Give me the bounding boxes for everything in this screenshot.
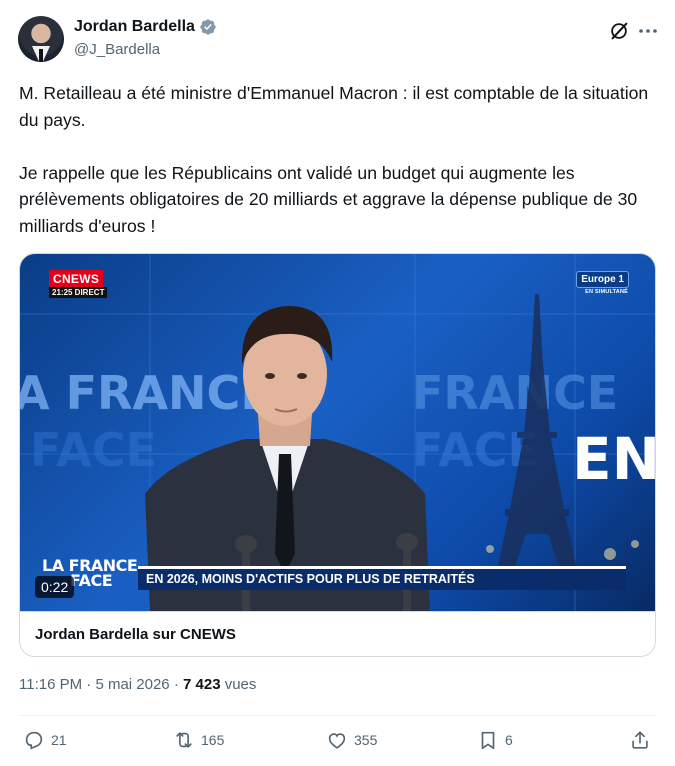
author-name[interactable]: Jordan Bardella: [74, 18, 195, 36]
like-button[interactable]: 355: [326, 729, 377, 751]
grok-icon[interactable]: [608, 20, 630, 42]
cnews-live-time: 21:25 DIRECT: [49, 287, 108, 298]
tweet-header: Jordan Bardella @J_Bardella: [18, 16, 658, 66]
video-player[interactable]: A FRANCE FRANCE FACE FACE EN CNEWS 21:25…: [20, 254, 656, 611]
card-caption-text: Jordan Bardella sur CNEWS: [35, 626, 236, 643]
media-card[interactable]: A FRANCE FRANCE FACE FACE EN CNEWS 21:25…: [19, 253, 656, 657]
repost-icon: [176, 732, 192, 748]
verified-badge-icon: [200, 19, 216, 35]
tweet-paragraph-1: M. Retailleau a été ministre d'Emmanuel …: [19, 83, 649, 130]
action-bar: 21 165 355 6: [19, 729, 656, 759]
meta-separator-2: ·: [173, 676, 179, 693]
bg-word-1: A FRANCE: [20, 366, 272, 420]
cnews-logo: CNEWS: [49, 270, 104, 288]
lower-third-banner: EN 2026, MOINS D'ACTIFS POUR PLUS DE RET…: [138, 566, 626, 590]
avatar[interactable]: [18, 16, 64, 62]
reply-count: 21: [51, 732, 67, 748]
reply-icon: [25, 731, 43, 750]
like-count: 355: [354, 732, 378, 748]
tweet-meta: 11:16 PM · 5 mai 2026 · 7 423 vues: [19, 676, 256, 693]
tweet-date[interactable]: 5 mai 2026: [95, 676, 169, 693]
banner-text: EN 2026, MOINS D'ACTIFS POUR PLUS DE RET…: [146, 572, 475, 586]
views-label: vues: [224, 676, 257, 693]
repost-count: 165: [201, 732, 225, 748]
bg-word-3: FACE: [30, 423, 157, 477]
bg-word-2: FRANCE: [412, 366, 618, 420]
video-timer: 0:22: [35, 576, 75, 598]
author-name-row: Jordan Bardella: [74, 18, 217, 36]
repost-button[interactable]: 165: [173, 729, 224, 751]
bg-word-5: EN: [572, 425, 656, 493]
bookmark-button[interactable]: 6: [477, 729, 513, 751]
europe1-simulcast-label: EN SIMULTANÉ: [585, 289, 628, 295]
bookmark-icon: [481, 731, 495, 750]
share-button[interactable]: [629, 729, 651, 751]
author-handle[interactable]: @J_Bardella: [74, 41, 160, 58]
reply-button[interactable]: 21: [23, 729, 67, 751]
more-options-icon[interactable]: [638, 20, 658, 42]
show-logo-line-2: FACE: [70, 571, 113, 590]
meta-separator: ·: [86, 676, 92, 693]
avatar-tie: [39, 49, 43, 62]
heart-icon: [328, 733, 346, 749]
tweet-time[interactable]: 11:16 PM: [19, 676, 82, 693]
card-caption[interactable]: Jordan Bardella sur CNEWS: [20, 611, 655, 656]
divider: [19, 715, 656, 716]
tweet-paragraph-2: Je rappelle que les Républicains ont val…: [19, 162, 638, 236]
share-icon: [632, 731, 648, 749]
views-count: 7 423: [183, 676, 221, 693]
europe1-logo: Europe 1: [576, 271, 629, 288]
bookmark-count: 6: [505, 732, 513, 748]
tweet-text: M. Retailleau a été ministre d'Emmanuel …: [19, 80, 659, 239]
